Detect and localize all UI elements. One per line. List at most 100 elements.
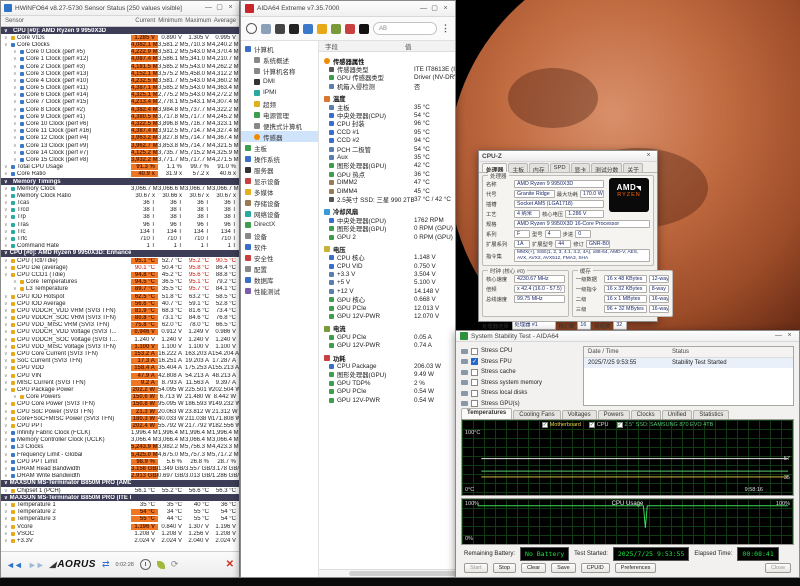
table-row[interactable]: ∨Core Ratio 40.9 x 31.9 x 57.2 x 40.6 x xyxy=(1,171,239,178)
tab[interactable]: Temperatures xyxy=(461,408,512,419)
clear-button[interactable]: Clear xyxy=(521,563,546,573)
refresh-icon[interactable] xyxy=(246,23,257,34)
sidebar-item[interactable]: 超频 xyxy=(241,98,318,109)
folder-icon[interactable] xyxy=(317,24,327,34)
sidebar-item[interactable]: 多媒体 xyxy=(241,186,318,197)
checkbox[interactable] xyxy=(471,348,478,355)
sidebar-item[interactable]: 软件 xyxy=(241,241,318,252)
table-row[interactable]: ∨Infinity Fabric Clock (FCLK) 1,996.4 MH… xyxy=(1,430,239,437)
table-row[interactable]: ∨CPU VDDCR_VDD Voltage (SVI3 T... 0.946 … xyxy=(1,329,239,336)
col-average[interactable]: Average xyxy=(212,18,239,24)
col-maximum[interactable]: Maximum xyxy=(185,18,212,24)
sidebar-item[interactable]: 主板 xyxy=(241,142,318,153)
sidebar-item[interactable]: 安全性 xyxy=(241,252,318,263)
minimize-icon[interactable]: — xyxy=(418,4,429,14)
list-item[interactable]: 2.5英寸 SSD: 三星 990 2TB 37 °C / 42 °C xyxy=(319,195,455,203)
table-row[interactable]: ∨Core 7 Clock (perf #15) 4,213.4 MHz 2,7… xyxy=(1,99,239,106)
table-row[interactable]: ∨Trp 38 T 38 T 38 T 38 T xyxy=(1,214,239,221)
table-row[interactable]: ∨Trcd 38 T 38 T 38 T 38 T xyxy=(1,207,239,214)
list-item[interactable]: GPU TDP% 2 % xyxy=(319,379,455,387)
table-row[interactable]: ∨DRAM Read Bandwidth 3.158 GB/s 1.349 GB… xyxy=(1,465,239,472)
taskbar[interactable] xyxy=(0,578,800,586)
list-item[interactable]: GPU 12V-PWR 0.74 A xyxy=(319,342,455,350)
tab[interactable]: Statistics xyxy=(693,410,729,419)
table-row[interactable]: ∨+3.3V 2.024 V 2.024 V 2.040 V 2.024 V xyxy=(1,537,239,544)
table-row[interactable]: ∨CPU [#0]: AMD Ryzen 9 9950X3D: Enhanced xyxy=(1,250,239,257)
tab[interactable]: Powers xyxy=(598,410,630,419)
list-item[interactable]: GPU 12V-PWR 12.070 V xyxy=(319,312,455,320)
table-row[interactable]: ∨CPU SoC Power (SVI3 TFN) 21.3 W 20.063 … xyxy=(1,408,239,415)
tab[interactable]: 处理器 xyxy=(482,163,507,172)
list-item[interactable]: 功耗 xyxy=(319,354,455,362)
legend-item[interactable]: ✓ CPU xyxy=(589,422,609,428)
table-row[interactable]: ∨CPU Die (average) 90.1 °C 50.4 °C 95.8 … xyxy=(1,264,239,271)
sidebar-item[interactable]: 性能测试 xyxy=(241,285,318,296)
table-row[interactable]: ∨MAXSUN MS-Terminator B850M PRO (ITE IT8… xyxy=(1,494,239,501)
hwinfo-title-bar[interactable]: HWiNFO64 v8.27-5730 Sensor Status [250 v… xyxy=(1,1,239,16)
camera-icon[interactable] xyxy=(275,24,285,34)
sidebar-item[interactable]: 服务器 xyxy=(241,164,318,175)
table-row[interactable]: ∨CPU VIN 47.9 A 42.808 A 54.213 A 48.213… xyxy=(1,372,239,379)
tab[interactable]: 关于 xyxy=(623,163,643,172)
checkbox[interactable]: ✓ xyxy=(471,358,478,365)
list-item[interactable]: GPU 热点 36 °C xyxy=(319,170,455,178)
list-item[interactable]: CPU VID 0.750 V xyxy=(319,262,455,270)
tab[interactable]: Clocks xyxy=(631,410,661,419)
table-row[interactable]: ∨Core 12 Clock (perf #4) 3,963.2 MHz 3,8… xyxy=(1,135,239,142)
table-row[interactable]: ∨L3 Clocks 5,243.9 MHz 3,982.2 MHz 5,756… xyxy=(1,444,239,451)
table-row[interactable]: ∨Core 8 Clock (perf #2) 4,382.4 MHz 3,98… xyxy=(1,106,239,113)
legend-item[interactable]: ✓ 2.5" SSD: SAMSUNG 870 EVO 4TB xyxy=(617,422,714,428)
close-icon[interactable]: × xyxy=(440,4,451,14)
table-row[interactable]: ∨Core 15 Clock (perf #8) 3,932.2 MHz 3,7… xyxy=(1,156,239,163)
event-log-list[interactable]: Date / Time Status 2025/7/25 9:53:55 Sta… xyxy=(583,346,794,406)
stability-title-bar[interactable]: System Stability Test - AIDA64 — × xyxy=(456,331,799,342)
event-log-row[interactable]: 2025/7/25 9:53:55 Stability Test Started xyxy=(584,358,793,368)
sidebar-item[interactable]: DMI xyxy=(241,76,318,87)
table-row[interactable]: ∨Core 14 Clock (perf #7) 4,125.2 MHz 3,7… xyxy=(1,149,239,156)
tab[interactable]: Unified xyxy=(662,410,693,419)
table-row[interactable]: ∨Core 9 Clock (perf #1) 4,380.5 MHz 3,71… xyxy=(1,113,239,120)
table-row[interactable]: ∨Core 11 Clock (perf #16) 4,387.4 MHz 3,… xyxy=(1,128,239,135)
table-row[interactable]: ∨Core 0 Clock (perf #5) 4,222.9 MHz 3,58… xyxy=(1,49,239,56)
stress-checkbox-row[interactable]: Stress CPU xyxy=(461,346,577,357)
tab[interactable]: 测试分数 xyxy=(591,163,622,172)
list-item[interactable]: 机箱入侵检测 否 xyxy=(319,82,455,90)
table-row[interactable]: ∨VSOC 1.208 V 1.208 V 1.256 V 1.208 V xyxy=(1,530,239,537)
close-icon[interactable]: × xyxy=(784,331,795,341)
table-row[interactable]: ∨Core VIDs 1.285 V 0.890 V 1.305 V 0.995… xyxy=(1,34,239,41)
overflow-menu-icon[interactable]: ⋮ xyxy=(441,23,450,34)
cpuz-title-bar[interactable]: CPU-Z × xyxy=(479,151,657,162)
table-row[interactable]: ∨Core 1 Clock (perf #12) 4,087.4 MHz 3,5… xyxy=(1,56,239,63)
table-row[interactable]: ∨CPU PPT Limit 98.9 % 5.6 % 26.8 % 28.7 … xyxy=(1,458,239,465)
table-row[interactable]: ∨Memory Controller Clock (UCLK) 3,066.4 … xyxy=(1,437,239,444)
list-item[interactable]: +3.3 V 3.504 V xyxy=(319,270,455,278)
maximize-icon[interactable]: ▢ xyxy=(214,3,225,13)
table-row[interactable]: ∨DRAM Write Bandwidth 2.913 GB/s 0.697 G… xyxy=(1,473,239,480)
minimize-icon[interactable]: — xyxy=(773,331,784,341)
checkbox[interactable] xyxy=(471,379,478,386)
table-row[interactable]: ∨CPU PPT 202.4 W 55.792 W 217.792 W 182.… xyxy=(1,422,239,429)
checkbox[interactable] xyxy=(471,369,478,376)
table-row[interactable]: ∨Core Powers 150.6 W 6.713 W 21.480 W 8.… xyxy=(1,394,239,401)
sidebar-item[interactable]: 系统概述 xyxy=(241,54,318,65)
table-row[interactable]: ∨Trc 134 T 134 T 134 T 134 T xyxy=(1,228,239,235)
stress-checkbox-row[interactable]: ✓ Stress FPU xyxy=(461,357,577,368)
tab[interactable]: SPD xyxy=(550,163,570,172)
close-sensors-icon[interactable]: ✕ xyxy=(226,559,234,570)
stress-checkbox-row[interactable]: Stress system memory xyxy=(461,378,577,389)
table-row[interactable]: ∨Temperature 1 35 °C 35 °C 40 °C 36 °C xyxy=(1,501,239,508)
sidebar-item[interactable]: 网络设备 xyxy=(241,208,318,219)
table-row[interactable]: ∨CPU VDD_MISC VRM (SVI3 TFN) 75.8 °C 62.… xyxy=(1,322,239,329)
table-row[interactable]: ∨Command Rate 1 T 1 T 1 T 1 T xyxy=(1,243,239,250)
sidebar-item[interactable]: 操作系统 xyxy=(241,153,318,164)
table-row[interactable]: ∨Memory Timings xyxy=(1,178,239,185)
preferences-button[interactable]: Preferences xyxy=(615,563,657,573)
legend-checkbox[interactable]: ✓ xyxy=(617,422,623,428)
table-row[interactable]: ∨SoC Current (SVI3 TFN) 17.3 A 16.251 A … xyxy=(1,358,239,365)
col-minimum[interactable]: Minimum xyxy=(158,18,185,24)
sidebar-item[interactable]: 计算机 xyxy=(241,43,318,54)
minimize-icon[interactable]: — xyxy=(203,3,214,13)
horizontal-scrollbar[interactable] xyxy=(319,569,455,577)
close-icon[interactable]: × xyxy=(225,3,236,13)
sidebar-item[interactable]: 计算机名称 xyxy=(241,65,318,76)
